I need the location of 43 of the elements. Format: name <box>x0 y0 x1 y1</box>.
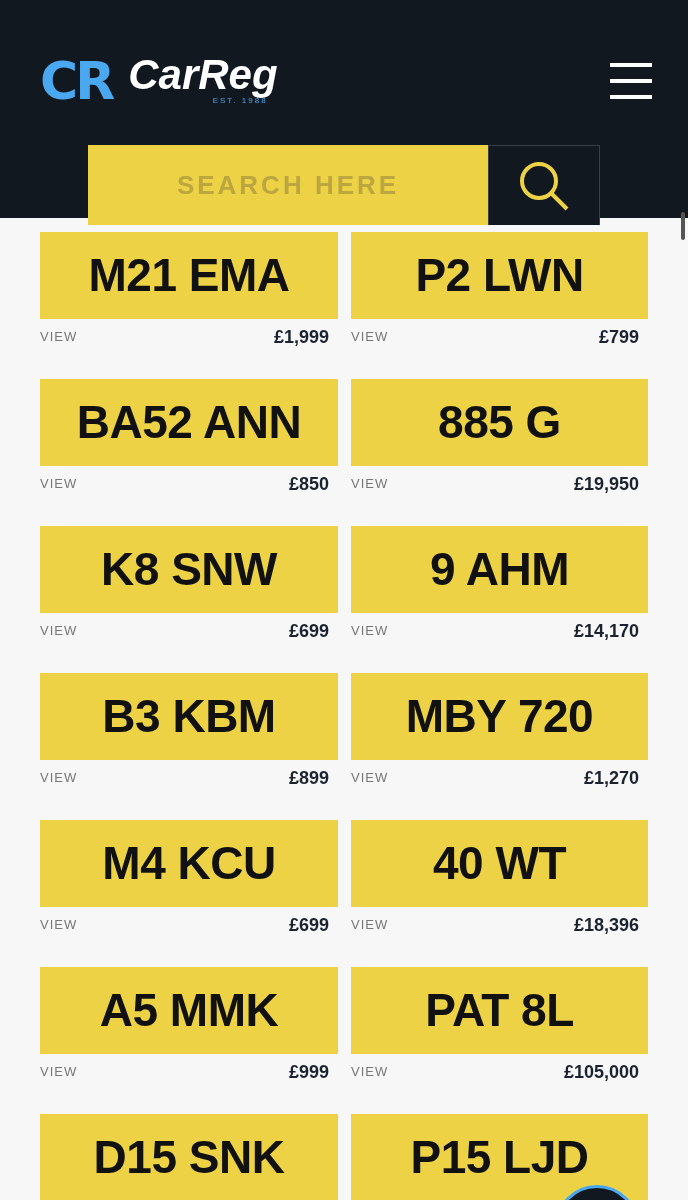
number-plate[interactable]: MBY 720 <box>351 673 648 760</box>
price: £699 <box>288 619 329 643</box>
number-plate[interactable]: 9 AHM <box>351 526 648 613</box>
number-plate[interactable]: M21 EMA <box>40 232 338 319</box>
menu-icon <box>610 63 652 99</box>
number-plate[interactable]: D15 SNK <box>40 1114 338 1200</box>
price: £999 <box>288 1060 329 1084</box>
number-plate[interactable]: P2 LWN <box>351 232 648 319</box>
view-link[interactable]: VIEW <box>40 621 78 641</box>
price: £799 <box>598 325 639 349</box>
number-plate[interactable]: BA52 ANN <box>40 379 338 466</box>
number-plate[interactable]: M4 KCU <box>40 820 338 907</box>
view-link[interactable]: VIEW <box>351 1062 389 1082</box>
view-link[interactable]: VIEW <box>351 474 389 494</box>
view-link[interactable]: VIEW <box>40 1062 78 1082</box>
price: £850 <box>288 472 329 496</box>
number-plate[interactable]: P15 LJD <box>351 1114 648 1200</box>
number-plate[interactable]: 885 G <box>351 379 648 466</box>
search-button[interactable] <box>488 145 600 225</box>
view-link[interactable]: VIEW <box>351 621 389 641</box>
number-plate[interactable]: A5 MMK <box>40 967 338 1054</box>
view-link[interactable]: VIEW <box>351 327 389 347</box>
price: £19,950 <box>573 472 639 496</box>
view-link[interactable]: VIEW <box>40 474 78 494</box>
view-link[interactable]: VIEW <box>40 768 78 788</box>
price: £14,170 <box>573 619 639 643</box>
number-plate[interactable]: B3 KBM <box>40 673 338 760</box>
view-link[interactable]: VIEW <box>351 915 389 935</box>
logo-mark: CR <box>40 58 113 104</box>
menu-button[interactable] <box>610 63 652 99</box>
number-plate[interactable]: K8 SNW <box>40 526 338 613</box>
view-link[interactable]: VIEW <box>40 915 78 935</box>
scrollbar[interactable] <box>681 212 685 240</box>
price: £899 <box>288 766 329 790</box>
view-link[interactable]: VIEW <box>40 327 78 347</box>
price: £1,999 <box>273 325 329 349</box>
price: £105,000 <box>563 1060 639 1084</box>
view-link[interactable]: VIEW <box>351 768 389 788</box>
price: £18,396 <box>573 913 639 937</box>
number-plate[interactable]: 40 WT <box>351 820 648 907</box>
price: £699 <box>288 913 329 937</box>
price: £1,270 <box>583 766 639 790</box>
number-plate[interactable]: PAT 8L <box>351 967 648 1054</box>
